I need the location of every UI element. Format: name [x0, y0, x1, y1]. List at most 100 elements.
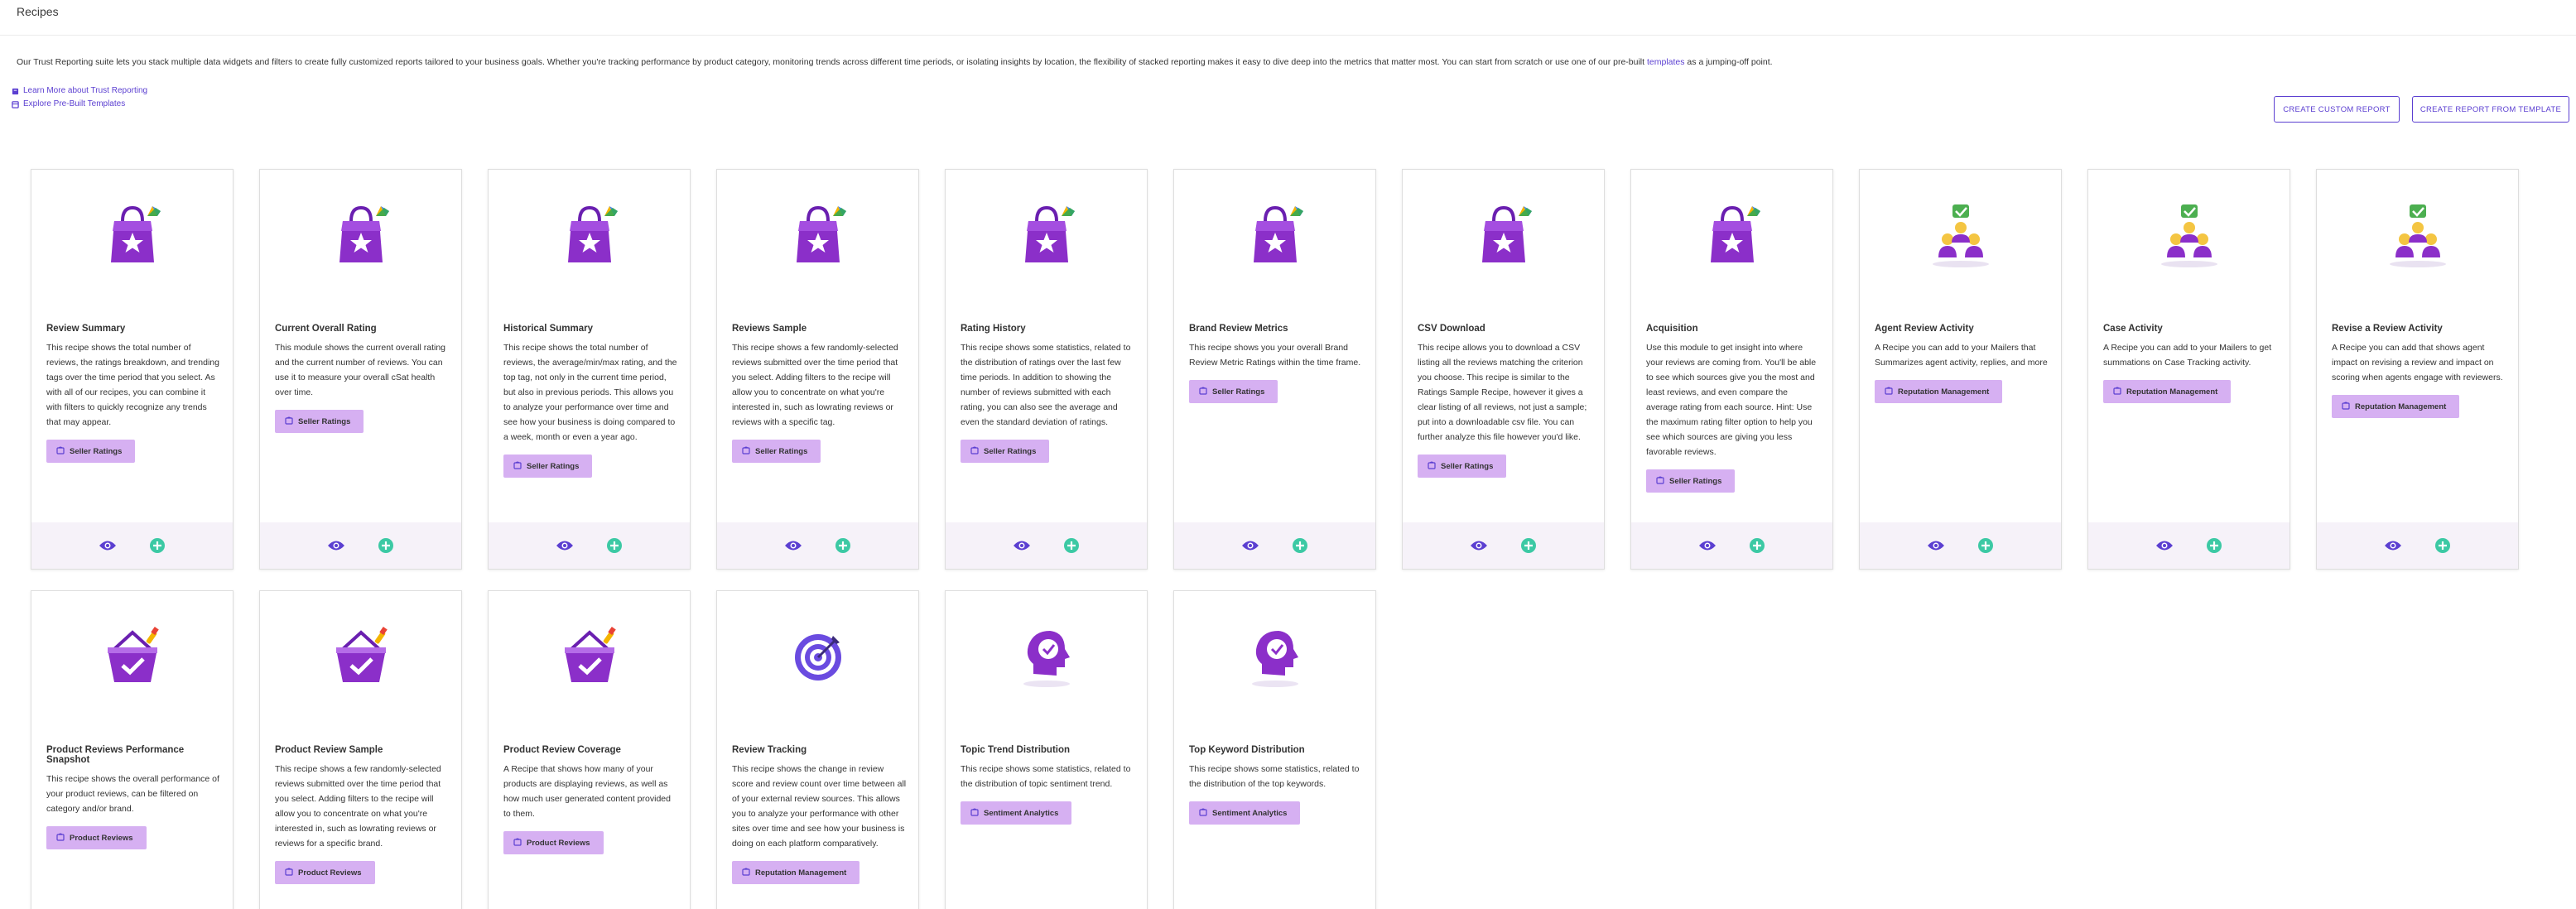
- intro-paragraph: Our Trust Reporting suite lets you stack…: [17, 56, 2550, 68]
- recipe-card[interactable]: Product Review Coverage A Recipe that sh…: [488, 590, 691, 909]
- add-plus-icon[interactable]: [1062, 536, 1081, 555]
- category-tag[interactable]: Seller Ratings: [46, 440, 136, 463]
- basket-check-icon: [260, 624, 461, 690]
- card-body: Product Reviews Performance Snapshot Thi…: [46, 745, 221, 849]
- explore-templates-link[interactable]: Explore Pre-Built Templates: [12, 98, 147, 111]
- add-plus-icon[interactable]: [1748, 536, 1766, 555]
- add-plus-icon[interactable]: [605, 536, 624, 555]
- recipe-card[interactable]: Agent Review Activity A Recipe you can a…: [1859, 169, 2062, 570]
- page-title: Recipes: [17, 5, 59, 18]
- preview-eye-icon[interactable]: [1013, 536, 1031, 555]
- recipe-card[interactable]: Current Overall Rating This module shows…: [259, 169, 462, 570]
- card-body: Topic Trend Distribution This recipe sho…: [961, 745, 1135, 825]
- tag-label: Product Reviews: [70, 833, 133, 843]
- add-plus-icon[interactable]: [1291, 536, 1309, 555]
- add-plus-icon[interactable]: [148, 536, 166, 555]
- recipe-card[interactable]: Reviews Sample This recipe shows a few r…: [716, 169, 919, 570]
- add-plus-icon[interactable]: [2205, 536, 2223, 555]
- add-plus-icon[interactable]: [377, 536, 395, 555]
- header-divider: [0, 35, 2576, 36]
- create-custom-report-button[interactable]: CREATE CUSTOM REPORT: [2274, 96, 2400, 123]
- card-footer: [2088, 522, 2290, 569]
- recipe-card[interactable]: Top Keyword Distribution This recipe sho…: [1173, 590, 1376, 909]
- templates-link[interactable]: templates: [1647, 57, 1685, 67]
- card-title: Top Keyword Distribution: [1189, 745, 1305, 755]
- preview-eye-icon[interactable]: [1698, 536, 1717, 555]
- card-body: Rating History This recipe shows some st…: [961, 324, 1135, 463]
- card-footer: [946, 522, 1147, 569]
- preview-eye-icon[interactable]: [99, 536, 117, 555]
- people-check-icon: [2088, 203, 2290, 269]
- card-footer: [1631, 522, 1832, 569]
- category-tag[interactable]: Sentiment Analytics: [961, 801, 1072, 825]
- category-tag[interactable]: Seller Ratings: [732, 440, 821, 463]
- shopping-bag-star-icon: [946, 203, 1147, 269]
- preview-eye-icon[interactable]: [784, 536, 802, 555]
- shopping-bag-star-icon: [260, 203, 461, 269]
- category-tag[interactable]: Reputation Management: [732, 861, 860, 884]
- preview-eye-icon[interactable]: [556, 536, 574, 555]
- category-tag[interactable]: Seller Ratings: [1189, 380, 1278, 403]
- card-title: Case Activity: [2103, 324, 2163, 334]
- recipe-card[interactable]: Case Activity A Recipe you can add to yo…: [2087, 169, 2290, 570]
- category-tag[interactable]: Seller Ratings: [503, 454, 593, 478]
- add-plus-icon[interactable]: [834, 536, 852, 555]
- create-report-from-template-button[interactable]: CREATE REPORT FROM TEMPLATE: [2412, 96, 2569, 123]
- recipe-card[interactable]: CSV Download This recipe allows you to d…: [1402, 169, 1605, 570]
- recipe-card[interactable]: Brand Review Metrics This recipe shows y…: [1173, 169, 1376, 570]
- preview-eye-icon[interactable]: [2384, 536, 2402, 555]
- add-plus-icon[interactable]: [2434, 536, 2452, 555]
- basket-check-icon: [489, 624, 690, 690]
- recipe-card[interactable]: Topic Trend Distribution This recipe sho…: [945, 590, 1148, 909]
- card-body: CSV Download This recipe allows you to d…: [1418, 324, 1592, 478]
- add-plus-icon[interactable]: [1977, 536, 1995, 555]
- tag-icon: [2113, 387, 2121, 397]
- recipe-card[interactable]: Historical Summary This recipe shows the…: [488, 169, 691, 570]
- tag-icon: [742, 868, 750, 878]
- recipe-card[interactable]: Product Review Sample This recipe shows …: [259, 590, 462, 909]
- preview-eye-icon[interactable]: [2155, 536, 2174, 555]
- category-tag[interactable]: Seller Ratings: [961, 440, 1050, 463]
- recipe-card[interactable]: Review Tracking This recipe shows the ch…: [716, 590, 919, 909]
- recipe-card[interactable]: Product Reviews Performance Snapshot Thi…: [31, 590, 234, 909]
- explore-templates-label: Explore Pre-Built Templates: [23, 99, 126, 108]
- preview-eye-icon[interactable]: [1470, 536, 1488, 555]
- card-footer: [1403, 522, 1604, 569]
- category-tag[interactable]: Product Reviews: [275, 861, 375, 884]
- card-title: Current Overall Rating: [275, 324, 377, 334]
- preview-eye-icon[interactable]: [327, 536, 345, 555]
- tag-label: Sentiment Analytics: [984, 808, 1059, 818]
- tag-icon: [1428, 461, 1436, 472]
- card-title: Product Review Coverage: [503, 745, 621, 755]
- preview-eye-icon[interactable]: [1241, 536, 1259, 555]
- card-title: Rating History: [961, 324, 1026, 334]
- recipe-card[interactable]: Revise a Review Activity A Recipe you ca…: [2316, 169, 2519, 570]
- category-tag[interactable]: Seller Ratings: [1418, 454, 1507, 478]
- category-tag[interactable]: Reputation Management: [2103, 380, 2232, 403]
- template-icon: [12, 100, 19, 108]
- people-check-icon: [2317, 203, 2518, 269]
- tag-label: Reputation Management: [755, 868, 847, 878]
- head-check-icon: [946, 624, 1147, 690]
- card-footer: [1860, 522, 2061, 569]
- add-plus-icon[interactable]: [1519, 536, 1538, 555]
- category-tag[interactable]: Reputation Management: [1875, 380, 2003, 403]
- tag-label: Reputation Management: [2126, 387, 2218, 397]
- card-title: Topic Trend Distribution: [961, 745, 1071, 755]
- category-tag[interactable]: Seller Ratings: [1646, 469, 1736, 493]
- recipe-card[interactable]: Review Summary This recipe shows the tot…: [31, 169, 234, 570]
- category-tag[interactable]: Product Reviews: [46, 826, 147, 849]
- shopping-bag-star-icon: [489, 203, 690, 269]
- category-tag[interactable]: Reputation Management: [2332, 395, 2460, 418]
- card-description: A Recipe you can add to your Mailers to …: [2103, 343, 2272, 368]
- preview-eye-icon[interactable]: [1927, 536, 1945, 555]
- category-tag[interactable]: Sentiment Analytics: [1189, 801, 1301, 825]
- learn-more-link[interactable]: Learn More about Trust Reporting: [12, 84, 147, 98]
- shopping-bag-star-icon: [717, 203, 918, 269]
- shopping-bag-star-icon: [1174, 203, 1375, 269]
- category-tag[interactable]: Seller Ratings: [275, 410, 364, 433]
- recipe-card[interactable]: Acquisition Use this module to get insig…: [1630, 169, 1833, 570]
- recipe-card[interactable]: Rating History This recipe shows some st…: [945, 169, 1148, 570]
- shopping-bag-star-icon: [1631, 203, 1832, 269]
- category-tag[interactable]: Product Reviews: [503, 831, 604, 854]
